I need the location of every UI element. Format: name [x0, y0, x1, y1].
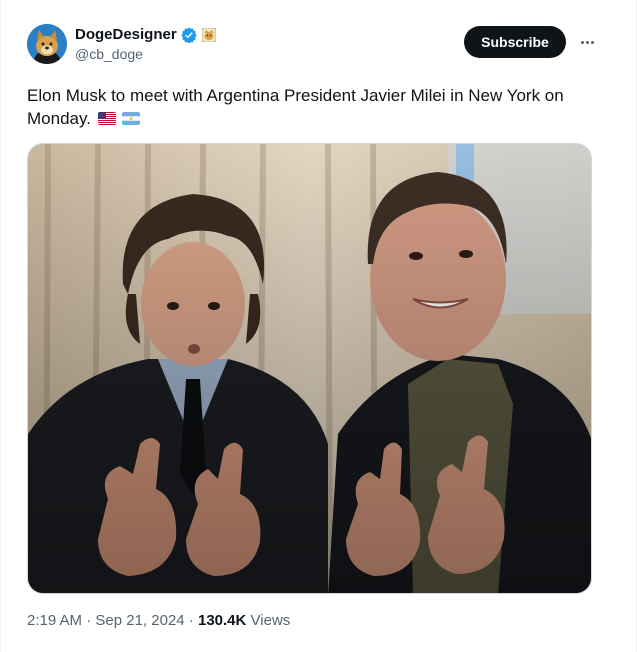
argentina-flag-icon: [122, 112, 141, 125]
doge-avatar-icon: [27, 24, 67, 64]
us-flag-icon: [97, 112, 116, 125]
views-count: 130.4K: [197, 612, 247, 629]
tweet-header: DogeDesigner @cb_doge Subscribe: [27, 24, 620, 70]
verified-badge-icon[interactable]: [181, 26, 197, 43]
doge-affiliate-icon[interactable]: [201, 27, 216, 42]
tweet-photo[interactable]: [27, 143, 592, 594]
photo-illustration: [28, 144, 591, 593]
meta-separator: ·: [86, 612, 92, 629]
subscribe-button[interactable]: Subscribe: [464, 26, 566, 58]
display-name[interactable]: DogeDesigner: [75, 26, 177, 43]
tweet-text: Elon Musk to meet with Argentina Preside…: [27, 84, 593, 130]
tweet-meta: 2:19 AM · Sep 21, 2024 · 130.4K Views: [27, 612, 290, 629]
meta-separator: ·: [188, 612, 194, 629]
handle[interactable]: @cb_doge: [75, 46, 143, 62]
tweet-card: DogeDesigner @cb_doge Subscribe Elon Mus…: [0, 0, 637, 652]
views-label: Views: [250, 612, 291, 629]
avatar[interactable]: [27, 24, 67, 64]
more-options-icon[interactable]: [573, 28, 601, 56]
tweet-time[interactable]: 2:19 AM: [27, 612, 82, 629]
name-row: DogeDesigner: [75, 26, 216, 43]
tweet-date[interactable]: Sep 21, 2024: [95, 612, 184, 629]
